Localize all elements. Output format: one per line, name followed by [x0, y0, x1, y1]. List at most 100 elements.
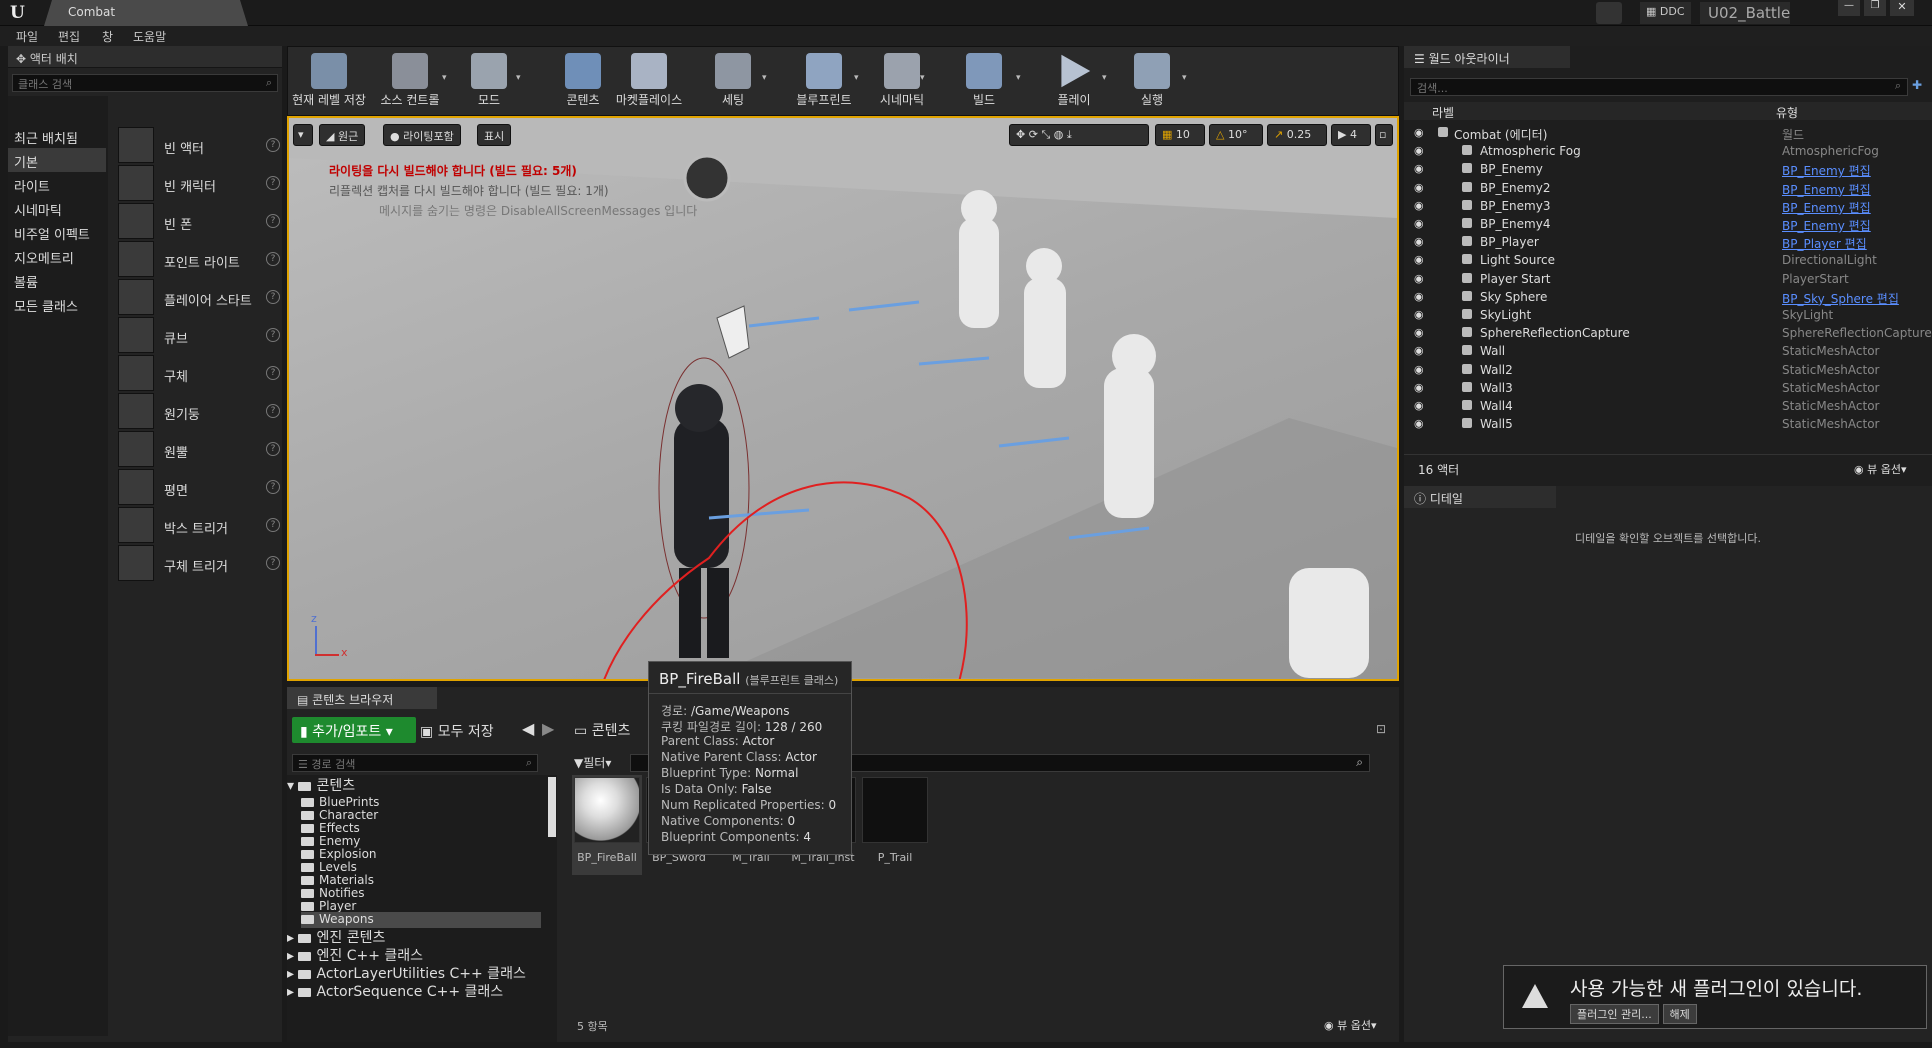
help-icon[interactable]: ? [266, 518, 280, 532]
build-button[interactable]: 빌드 [954, 47, 1014, 115]
visibility-eye-icon[interactable]: ◉ [1414, 363, 1424, 376]
chevron-down-icon[interactable]: ▾ [762, 73, 767, 83]
maximize-viewport-button[interactable]: ▫ [1375, 124, 1393, 146]
col-label-header[interactable]: 라벨 [1432, 104, 1454, 121]
visibility-eye-icon[interactable]: ◉ [1414, 308, 1424, 321]
tree-root-item[interactable]: ▸ ActorLayerUtilities C++ 클래스 [287, 963, 526, 982]
outliner-row[interactable]: ◉ Combat (에디터) 월드 [1404, 124, 1932, 142]
help-icon[interactable]: ? [266, 176, 280, 190]
visibility-eye-icon[interactable]: ◉ [1414, 344, 1424, 357]
edit-blueprint-link[interactable]: BP_Enemy 편집 [1782, 181, 1871, 198]
settings-button[interactable]: 세팅 [700, 47, 766, 115]
save-all-button[interactable]: ▣ 모두 저장 [420, 721, 494, 741]
help-icon[interactable]: ? [266, 366, 280, 380]
content-button[interactable]: 콘텐츠 [550, 47, 616, 115]
asset-tile[interactable]: P_Trail [860, 775, 930, 875]
edit-blueprint-link[interactable]: BP_Enemy 편집 [1782, 199, 1871, 216]
rotation-snap-button[interactable]: △ 10° [1209, 124, 1263, 146]
outliner-row[interactable]: ◉ BP_Enemy4 BP_Enemy 편집 [1404, 215, 1932, 233]
manage-plugins-button[interactable]: 플러그인 관리... [1570, 1004, 1659, 1024]
tree-root-item[interactable]: ▸ 엔진 C++ 클래스 [287, 945, 423, 964]
perspective-button[interactable]: ◢ 원근 [319, 124, 366, 146]
help-icon[interactable]: ? [266, 480, 280, 494]
visibility-eye-icon[interactable]: ◉ [1414, 144, 1424, 157]
tree-scrollbar[interactable] [548, 777, 556, 837]
transform-tools[interactable]: ✥ ⟳ ⤡ ◍ ⤓ [1009, 124, 1149, 146]
blueprints-button[interactable]: 블루프린트 [784, 47, 864, 115]
placeable-item[interactable]: 구체 트리거? [114, 542, 284, 586]
camera-speed-button[interactable]: ▶ 4 [1331, 124, 1371, 146]
outliner-row[interactable]: ◉ BP_Enemy BP_Enemy 편집 [1404, 160, 1932, 178]
asset-tile[interactable]: BP_FireBall [572, 775, 642, 875]
visibility-eye-icon[interactable]: ◉ [1414, 417, 1424, 430]
help-icon[interactable]: ? [266, 290, 280, 304]
outliner-row[interactable]: ◉ Wall5 StaticMeshActor [1404, 415, 1932, 433]
minimize-button[interactable]: — [1838, 0, 1860, 16]
edit-blueprint-link[interactable]: BP_Enemy 편집 [1782, 162, 1871, 179]
tree-root-item[interactable]: ▸ 엔진 콘텐츠 [287, 927, 385, 946]
chevron-down-icon[interactable]: ▾ [1182, 73, 1187, 83]
chevron-right-icon[interactable]: ▸ [287, 984, 298, 1000]
show-button[interactable]: 표시 [477, 124, 512, 146]
outliner-row[interactable]: ◉ Atmospheric Fog AtmosphericFog [1404, 142, 1932, 160]
save-level-button[interactable]: 현재 레벨 저장 [288, 47, 370, 115]
source-control-button[interactable]: 소스 컨트롤 [372, 47, 448, 115]
visibility-eye-icon[interactable]: ◉ [1414, 272, 1424, 285]
edit-blueprint-link[interactable]: BP_Enemy 편집 [1782, 217, 1871, 234]
outliner-row[interactable]: ◉ Light Source DirectionalLight [1404, 251, 1932, 269]
visibility-eye-icon[interactable]: ◉ [1414, 217, 1424, 230]
outliner-row[interactable]: ◉ SkyLight SkyLight [1404, 306, 1932, 324]
tree-root[interactable]: ▾ 콘텐츠 [287, 775, 355, 794]
chevron-right-icon[interactable]: ▸ [287, 966, 298, 982]
visibility-eye-icon[interactable]: ◉ [1414, 253, 1424, 266]
help-icon[interactable]: ? [266, 252, 280, 266]
outliner-row[interactable]: ◉ Wall3 StaticMeshActor [1404, 379, 1932, 397]
visibility-eye-icon[interactable]: ◉ [1414, 399, 1424, 412]
grid-snap-button[interactable]: ▦ 10 [1155, 124, 1205, 146]
help-icon[interactable]: ? [266, 404, 280, 418]
outliner-row[interactable]: ◉ Sky Sphere BP_Sky_Sphere 편집 [1404, 288, 1932, 306]
outliner-row[interactable]: ◉ BP_Player BP_Player 편집 [1404, 233, 1932, 251]
outliner-view-options-button[interactable]: ◉ 뷰 옵션▾ [1854, 461, 1907, 477]
outliner-tab[interactable]: ☰ 월드 아웃라이너 [1404, 46, 1570, 68]
outliner-row[interactable]: ◉ Wall2 StaticMeshActor [1404, 361, 1932, 379]
chevron-down-icon[interactable]: ▾ [516, 73, 521, 83]
outliner-row[interactable]: ◉ BP_Enemy3 BP_Enemy 편집 [1404, 197, 1932, 215]
play-button[interactable]: 플레이 [1040, 47, 1108, 115]
close-window-button[interactable]: ✕ [1890, 0, 1914, 16]
rotate-icon[interactable]: ⟳ [1029, 128, 1038, 141]
maximize-button[interactable]: ❐ [1864, 0, 1886, 16]
scale-icon[interactable]: ⤡ [1041, 128, 1050, 141]
outliner-search-input[interactable]: 검색... ⌕ [1410, 78, 1908, 96]
col-type-header[interactable]: 유형 [1776, 104, 1798, 121]
outliner-row[interactable]: ◉ BP_Enemy2 BP_Enemy 편집 [1404, 179, 1932, 197]
modes-button[interactable]: 모드 [454, 47, 524, 115]
viewport-menu-button[interactable]: ▾ [293, 124, 313, 146]
launch-button[interactable]: 실행 [1122, 47, 1182, 115]
visibility-eye-icon[interactable]: ◉ [1414, 126, 1424, 139]
add-filter-icon[interactable]: ✚ [1912, 78, 1922, 92]
outliner-row[interactable]: ◉ Wall4 StaticMeshActor [1404, 397, 1932, 415]
world-icon[interactable]: ◍ [1054, 128, 1064, 141]
dismiss-button[interactable]: 해제 [1662, 1004, 1697, 1024]
details-tab[interactable]: ⓘ 디테일 [1404, 486, 1556, 508]
help-icon[interactable]: ? [266, 138, 280, 152]
add-import-button[interactable]: ▮ 추가/임포트 ▾ [292, 717, 416, 743]
scale-snap-button[interactable]: ↗ 0.25 [1267, 124, 1327, 146]
help-icon[interactable]: ? [266, 556, 280, 570]
back-arrow-icon[interactable]: ◀ [522, 719, 534, 738]
content-browser-tab[interactable]: ▤ 콘텐츠 브라우저 [287, 687, 437, 709]
tree-root-item[interactable]: ▸ ActorSequence C++ 클래스 [287, 981, 503, 1000]
help-icon[interactable]: ? [266, 328, 280, 342]
outliner-row[interactable]: ◉ SphereReflectionCapture SphereReflection… [1404, 324, 1932, 342]
visibility-eye-icon[interactable]: ◉ [1414, 199, 1424, 212]
visibility-eye-icon[interactable]: ◉ [1414, 290, 1424, 303]
folder-item[interactable]: Weapons [301, 912, 541, 928]
visibility-eye-icon[interactable]: ◉ [1414, 162, 1424, 175]
menu-file[interactable]: 파일 [16, 28, 38, 45]
visibility-eye-icon[interactable]: ◉ [1414, 326, 1424, 339]
chevron-down-icon[interactable]: ▾ [854, 73, 859, 83]
class-search-input[interactable]: 클래스 검색 ⌕ [12, 74, 278, 92]
chevron-right-icon[interactable]: ▸ [287, 948, 298, 964]
path-breadcrumb[interactable]: ▭ 콘텐츠 [574, 720, 630, 740]
